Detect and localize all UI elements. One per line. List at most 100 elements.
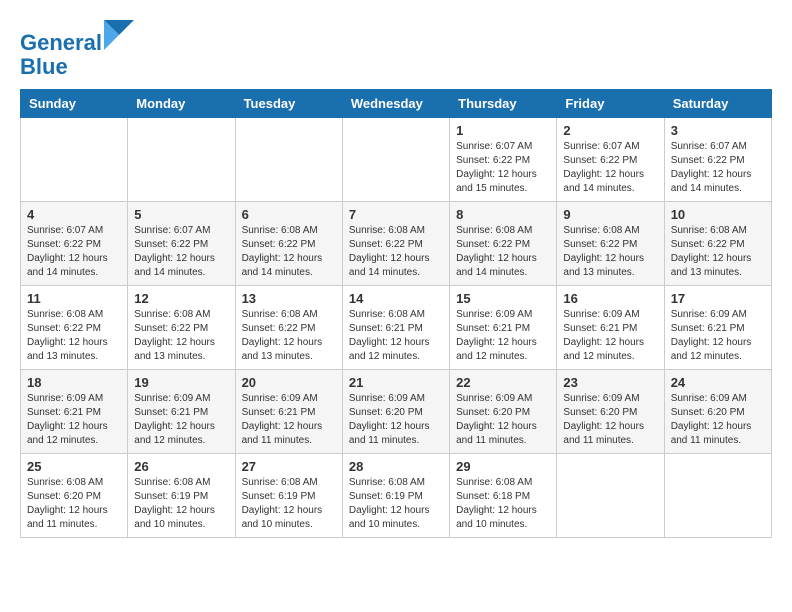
day-number: 21 bbox=[349, 375, 443, 390]
day-info: Sunrise: 6:07 AM Sunset: 6:22 PM Dayligh… bbox=[134, 224, 228, 280]
calendar-cell: 13 Sunrise: 6:08 AM Sunset: 6:22 PM Dayli… bbox=[235, 286, 342, 370]
day-number: 23 bbox=[563, 375, 657, 390]
calendar-cell: 4Sunrise: 6:07 AM Sunset: 6:22 PM Daylig… bbox=[21, 202, 128, 286]
day-number: 25 bbox=[27, 459, 121, 474]
day-info: Sunrise: 6:09 AM Sunset: 6:21 PM Dayligh… bbox=[671, 308, 765, 364]
col-header-thursday: Thursday bbox=[450, 90, 557, 118]
calendar-cell: 21 Sunrise: 6:09 AM Sunset: 6:20 PM Dayli… bbox=[342, 370, 449, 454]
day-info: Sunrise: 6:09 AM Sunset: 6:21 PM Dayligh… bbox=[27, 392, 121, 448]
day-number: 6 bbox=[242, 207, 336, 222]
day-info: Sunrise: 6:08 AM Sunset: 6:22 PM Dayligh… bbox=[27, 308, 121, 364]
calendar-cell: 1 Sunrise: 6:07 AM Sunset: 6:22 PM Daylig… bbox=[450, 118, 557, 202]
page-header: General Blue bbox=[20, 20, 772, 79]
day-info: Sunrise: 6:09 AM Sunset: 6:21 PM Dayligh… bbox=[563, 308, 657, 364]
calendar-cell: 25Sunrise: 6:08 AM Sunset: 6:20 PM Dayli… bbox=[21, 454, 128, 538]
calendar-cell: 17 Sunrise: 6:09 AM Sunset: 6:21 PM Dayli… bbox=[664, 286, 771, 370]
day-info: Sunrise: 6:08 AM Sunset: 6:22 PM Dayligh… bbox=[242, 308, 336, 364]
calendar-cell: 22 Sunrise: 6:09 AM Sunset: 6:20 PM Dayli… bbox=[450, 370, 557, 454]
calendar-cell: 14Sunrise: 6:08 AM Sunset: 6:21 PM Dayli… bbox=[342, 286, 449, 370]
calendar-cell: 26Sunrise: 6:08 AM Sunset: 6:19 PM Dayli… bbox=[128, 454, 235, 538]
calendar-cell: 20 Sunrise: 6:09 AM Sunset: 6:21 PM Dayli… bbox=[235, 370, 342, 454]
day-number: 3 bbox=[671, 123, 765, 138]
day-info: Sunrise: 6:08 AM Sunset: 6:19 PM Dayligh… bbox=[242, 476, 336, 532]
day-number: 27 bbox=[242, 459, 336, 474]
calendar-cell: 10 Sunrise: 6:08 AM Sunset: 6:22 PM Dayli… bbox=[664, 202, 771, 286]
calendar-cell bbox=[664, 454, 771, 538]
calendar-cell: 5 Sunrise: 6:07 AM Sunset: 6:22 PM Daylig… bbox=[128, 202, 235, 286]
day-info: Sunrise: 6:09 AM Sunset: 6:21 PM Dayligh… bbox=[242, 392, 336, 448]
calendar-cell: 24 Sunrise: 6:09 AM Sunset: 6:20 PM Dayli… bbox=[664, 370, 771, 454]
day-number: 18 bbox=[27, 375, 121, 390]
logo: General Blue bbox=[20, 20, 134, 79]
calendar-cell: 11 Sunrise: 6:08 AM Sunset: 6:22 PM Dayli… bbox=[21, 286, 128, 370]
calendar-cell: 28 Sunrise: 6:08 AM Sunset: 6:19 PM Dayli… bbox=[342, 454, 449, 538]
day-info: Sunrise: 6:08 AM Sunset: 6:18 PM Dayligh… bbox=[456, 476, 550, 532]
day-number: 24 bbox=[671, 375, 765, 390]
day-number: 19 bbox=[134, 375, 228, 390]
day-number: 8 bbox=[456, 207, 550, 222]
day-number: 14 bbox=[349, 291, 443, 306]
day-info: Sunrise: 6:08 AM Sunset: 6:22 PM Dayligh… bbox=[671, 224, 765, 280]
day-number: 4 bbox=[27, 207, 121, 222]
calendar-cell bbox=[128, 118, 235, 202]
day-info: Sunrise: 6:09 AM Sunset: 6:20 PM Dayligh… bbox=[349, 392, 443, 448]
col-header-saturday: Saturday bbox=[664, 90, 771, 118]
calendar-cell: 7Sunrise: 6:08 AM Sunset: 6:22 PM Daylig… bbox=[342, 202, 449, 286]
day-number: 5 bbox=[134, 207, 228, 222]
day-number: 11 bbox=[27, 291, 121, 306]
day-number: 1 bbox=[456, 123, 550, 138]
calendar-table: SundayMondayTuesdayWednesdayThursdayFrid… bbox=[20, 89, 772, 538]
day-number: 10 bbox=[671, 207, 765, 222]
day-number: 9 bbox=[563, 207, 657, 222]
day-info: Sunrise: 6:07 AM Sunset: 6:22 PM Dayligh… bbox=[563, 140, 657, 196]
calendar-cell: 12 Sunrise: 6:08 AM Sunset: 6:22 PM Dayli… bbox=[128, 286, 235, 370]
day-number: 20 bbox=[242, 375, 336, 390]
day-info: Sunrise: 6:07 AM Sunset: 6:22 PM Dayligh… bbox=[456, 140, 550, 196]
day-number: 12 bbox=[134, 291, 228, 306]
calendar-cell: 19 Sunrise: 6:09 AM Sunset: 6:21 PM Dayli… bbox=[128, 370, 235, 454]
day-info: Sunrise: 6:08 AM Sunset: 6:22 PM Dayligh… bbox=[563, 224, 657, 280]
calendar-cell: 2Sunrise: 6:07 AM Sunset: 6:22 PM Daylig… bbox=[557, 118, 664, 202]
calendar-week-row: 25Sunrise: 6:08 AM Sunset: 6:20 PM Dayli… bbox=[21, 454, 772, 538]
calendar-cell: 18 Sunrise: 6:09 AM Sunset: 6:21 PM Dayli… bbox=[21, 370, 128, 454]
calendar-cell: 9 Sunrise: 6:08 AM Sunset: 6:22 PM Daylig… bbox=[557, 202, 664, 286]
day-info: Sunrise: 6:07 AM Sunset: 6:22 PM Dayligh… bbox=[671, 140, 765, 196]
calendar-cell: 16 Sunrise: 6:09 AM Sunset: 6:21 PM Dayli… bbox=[557, 286, 664, 370]
day-number: 17 bbox=[671, 291, 765, 306]
col-header-sunday: Sunday bbox=[21, 90, 128, 118]
calendar-cell: 3 Sunrise: 6:07 AM Sunset: 6:22 PM Daylig… bbox=[664, 118, 771, 202]
calendar-cell bbox=[557, 454, 664, 538]
day-number: 28 bbox=[349, 459, 443, 474]
day-info: Sunrise: 6:09 AM Sunset: 6:21 PM Dayligh… bbox=[134, 392, 228, 448]
calendar-cell: 23Sunrise: 6:09 AM Sunset: 6:20 PM Dayli… bbox=[557, 370, 664, 454]
calendar-week-row: 18 Sunrise: 6:09 AM Sunset: 6:21 PM Dayli… bbox=[21, 370, 772, 454]
col-header-monday: Monday bbox=[128, 90, 235, 118]
day-info: Sunrise: 6:09 AM Sunset: 6:20 PM Dayligh… bbox=[671, 392, 765, 448]
day-info: Sunrise: 6:08 AM Sunset: 6:22 PM Dayligh… bbox=[242, 224, 336, 280]
day-info: Sunrise: 6:09 AM Sunset: 6:20 PM Dayligh… bbox=[456, 392, 550, 448]
col-header-wednesday: Wednesday bbox=[342, 90, 449, 118]
logo-text: General bbox=[20, 20, 134, 55]
day-info: Sunrise: 6:08 AM Sunset: 6:19 PM Dayligh… bbox=[134, 476, 228, 532]
calendar-cell: 27 Sunrise: 6:08 AM Sunset: 6:19 PM Dayli… bbox=[235, 454, 342, 538]
day-info: Sunrise: 6:08 AM Sunset: 6:19 PM Dayligh… bbox=[349, 476, 443, 532]
calendar-week-row: 1 Sunrise: 6:07 AM Sunset: 6:22 PM Daylig… bbox=[21, 118, 772, 202]
calendar-cell: 29 Sunrise: 6:08 AM Sunset: 6:18 PM Dayli… bbox=[450, 454, 557, 538]
day-number: 13 bbox=[242, 291, 336, 306]
calendar-week-row: 4 Sunrise: 6:07 AM Sunset: 6:22 PM Daylig… bbox=[21, 202, 772, 286]
day-number: 29 bbox=[456, 459, 550, 474]
col-header-friday: Friday bbox=[557, 90, 664, 118]
calendar-header-row: SundayMondayTuesdayWednesdayThursdayFrid… bbox=[21, 90, 772, 118]
logo-icon bbox=[104, 20, 134, 50]
day-number: 22 bbox=[456, 375, 550, 390]
day-info: Sunrise: 6:08 AM Sunset: 6:22 PM Dayligh… bbox=[456, 224, 550, 280]
calendar-cell: 8 Sunrise: 6:08 AM Sunset: 6:22 PM Daylig… bbox=[450, 202, 557, 286]
calendar-cell: 6 Sunrise: 6:08 AM Sunset: 6:22 PM Daylig… bbox=[235, 202, 342, 286]
calendar-cell bbox=[342, 118, 449, 202]
calendar-cell bbox=[235, 118, 342, 202]
col-header-tuesday: Tuesday bbox=[235, 90, 342, 118]
day-info: Sunrise: 6:08 AM Sunset: 6:22 PM Dayligh… bbox=[134, 308, 228, 364]
calendar-week-row: 11 Sunrise: 6:08 AM Sunset: 6:22 PM Dayli… bbox=[21, 286, 772, 370]
calendar-cell: 15Sunrise: 6:09 AM Sunset: 6:21 PM Dayli… bbox=[450, 286, 557, 370]
day-number: 16 bbox=[563, 291, 657, 306]
